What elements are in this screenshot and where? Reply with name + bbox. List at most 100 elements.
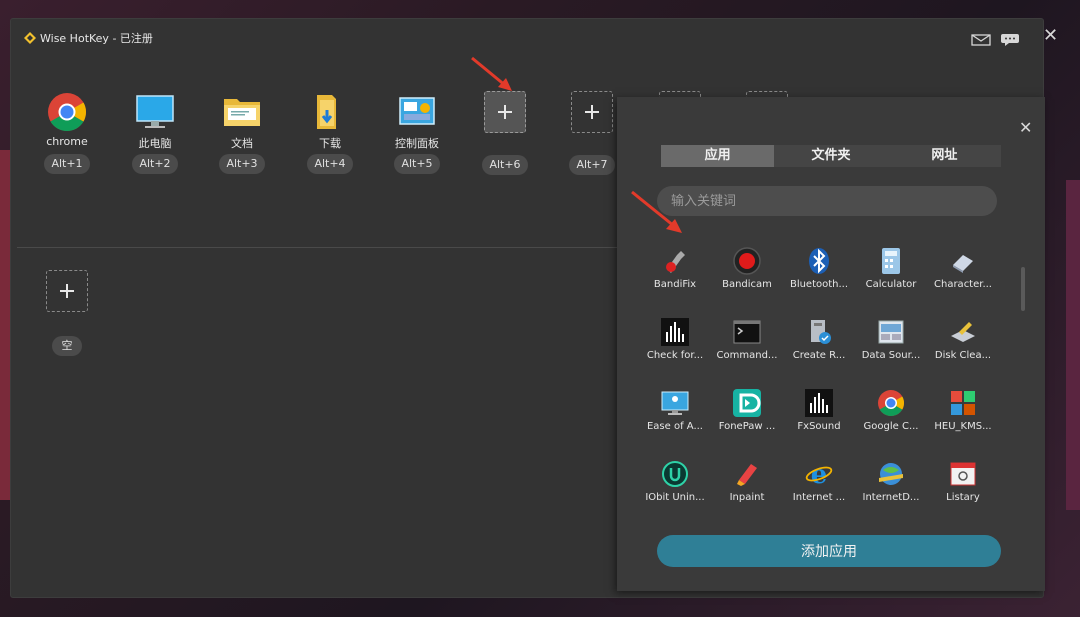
iobit-uninstaller-icon [661, 460, 689, 488]
app-item-inpaint[interactable]: Inpaint [711, 460, 783, 531]
hotkey-key-badge[interactable]: Alt+4 [307, 154, 353, 174]
app-label: Google C... [863, 421, 919, 432]
hotkey-key-badge[interactable]: 空 [52, 336, 82, 356]
panel-tabs: 应用 文件夹 网址 [661, 145, 1001, 167]
hotkey-label: chrome [46, 135, 88, 148]
app-item-bandicam[interactable]: Bandicam [711, 247, 783, 318]
control-panel-icon [397, 92, 437, 132]
hotkey-slot-3[interactable]: 文档 Alt+3 [207, 92, 277, 174]
calculator-icon [877, 247, 905, 275]
app-label: Internet ... [792, 492, 846, 503]
app-item-calculator[interactable]: Calculator [855, 247, 927, 318]
background-wallpaper-right [1066, 180, 1080, 510]
hotkey-key-badge[interactable]: Alt+7 [569, 155, 615, 175]
hotkey-label: 文档 [231, 137, 253, 150]
app-item-listary[interactable]: Listary [927, 460, 999, 531]
app-item-data-sources[interactable]: Data Sour... [855, 318, 927, 389]
hotkey-slot-row2-1[interactable]: 空 [32, 270, 102, 356]
app-label: Command... [716, 350, 778, 361]
app-label: InternetD... [862, 492, 920, 503]
app-label: Ease of A... [646, 421, 703, 432]
app-label: Create R... [792, 350, 846, 361]
google-chrome-icon [877, 389, 905, 417]
app-item-heu-kms[interactable]: HEU_KMS... [927, 389, 999, 460]
app-item-iobit-uninstaller[interactable]: IObit Unin... [639, 460, 711, 531]
title-bar: Wise HotKey - 已注册 ✕ [11, 19, 1058, 57]
disk-cleanup-icon [949, 318, 977, 346]
app-label: Listary [946, 492, 980, 503]
internet-download-icon [877, 460, 905, 488]
monitor-icon [135, 92, 175, 132]
hotkey-slot-6[interactable]: Alt+6 [470, 91, 540, 175]
create-recovery-icon [805, 318, 833, 346]
tab-urls[interactable]: 网址 [888, 145, 1001, 167]
fxsound-icon [805, 389, 833, 417]
app-label: IObit Unin... [645, 492, 705, 503]
heu-kms-icon [949, 389, 977, 417]
app-item-bluetooth[interactable]: Bluetooth... [783, 247, 855, 318]
window-title: Wise HotKey - 已注册 [40, 32, 153, 45]
hotkey-slot-5[interactable]: 控制面板 Alt+5 [382, 92, 452, 174]
hotkey-label: 此电脑 [138, 137, 172, 150]
app-item-fxsound[interactable]: FxSound [783, 389, 855, 460]
app-item-bandifix[interactable]: BandiFix [639, 247, 711, 318]
app-item-disk-cleanup[interactable]: Disk Clea... [927, 318, 999, 389]
fonepaw-icon [733, 389, 761, 417]
wise-hotkey-window: Wise HotKey - 已注册 ✕ chrome Alt+1 此电脑 Alt… [10, 18, 1058, 598]
tab-folders[interactable]: 文件夹 [774, 145, 887, 167]
app-label: Disk Clea... [934, 350, 992, 361]
svg-text:e: e [811, 460, 828, 488]
app-label: FxSound [797, 421, 841, 432]
hotkey-key-badge[interactable]: Alt+3 [219, 154, 265, 174]
window-close-icon[interactable]: ✕ [1043, 27, 1058, 45]
add-hotkey-plus-icon[interactable] [571, 91, 613, 133]
app-label: Data Sour... [861, 350, 921, 361]
app-item-internet-download[interactable]: InternetD... [855, 460, 927, 531]
chrome-icon [47, 92, 87, 132]
app-picker-panel: ✕ 应用 文件夹 网址 BandiFix Bandicam [617, 97, 1045, 591]
bluetooth-icon [805, 247, 833, 275]
ease-of-access-icon [661, 389, 689, 417]
app-grid: BandiFix Bandicam Bluetooth... Calculato… [639, 247, 999, 531]
annotation-arrow-icon [631, 190, 682, 233]
hotkey-key-badge[interactable]: Alt+1 [44, 154, 90, 174]
hotkey-key-badge[interactable]: Alt+2 [132, 154, 178, 174]
add-hotkey-plus-icon[interactable] [484, 91, 526, 133]
envelope-icon[interactable] [971, 33, 991, 47]
app-item-command-prompt[interactable]: Command... [711, 318, 783, 389]
listary-icon [949, 460, 977, 488]
app-label: Calculator [865, 279, 917, 290]
internet-explorer-icon: e [805, 460, 833, 490]
search-input[interactable] [657, 186, 997, 216]
app-label: Bandicam [722, 279, 772, 290]
tab-apps[interactable]: 应用 [661, 145, 775, 167]
hotkey-slot-2[interactable]: 此电脑 Alt+2 [120, 92, 190, 174]
chat-bubble-icon[interactable] [1000, 33, 1020, 47]
app-item-internet-explorer[interactable]: e Internet ... [783, 460, 855, 531]
bandicam-icon [733, 247, 761, 275]
app-logo-icon [24, 32, 36, 44]
annotation-arrow-icon [471, 56, 512, 91]
app-label: BandiFix [653, 279, 697, 290]
app-item-google-chrome[interactable]: Google C... [855, 389, 927, 460]
app-label: Character... [934, 279, 992, 290]
hotkey-label: 控制面板 [395, 137, 439, 150]
app-item-character-map[interactable]: Character... [927, 247, 999, 318]
hotkey-key-badge[interactable]: Alt+6 [482, 155, 528, 175]
app-item-check-for-updates[interactable]: Check for... [639, 318, 711, 389]
app-item-fonepaw[interactable]: FonePaw ... [711, 389, 783, 460]
add-app-button[interactable]: 添加应用 [657, 535, 1001, 567]
hotkey-slot-1[interactable]: chrome Alt+1 [32, 92, 102, 174]
app-label: FonePaw ... [718, 421, 776, 432]
app-item-create-recovery[interactable]: Create R... [783, 318, 855, 389]
check-for-updates-icon [661, 318, 689, 346]
panel-close-icon[interactable]: ✕ [1019, 119, 1032, 137]
add-hotkey-plus-icon[interactable] [46, 270, 88, 312]
hotkey-key-badge[interactable]: Alt+5 [394, 154, 440, 174]
app-list-scrollbar[interactable] [1021, 267, 1025, 311]
hotkey-slot-4[interactable]: 下载 Alt+4 [295, 92, 365, 174]
command-prompt-icon [733, 318, 761, 346]
bandifix-icon [661, 247, 689, 275]
app-item-ease-of-access[interactable]: Ease of A... [639, 389, 711, 460]
app-label: Check for... [646, 350, 704, 361]
